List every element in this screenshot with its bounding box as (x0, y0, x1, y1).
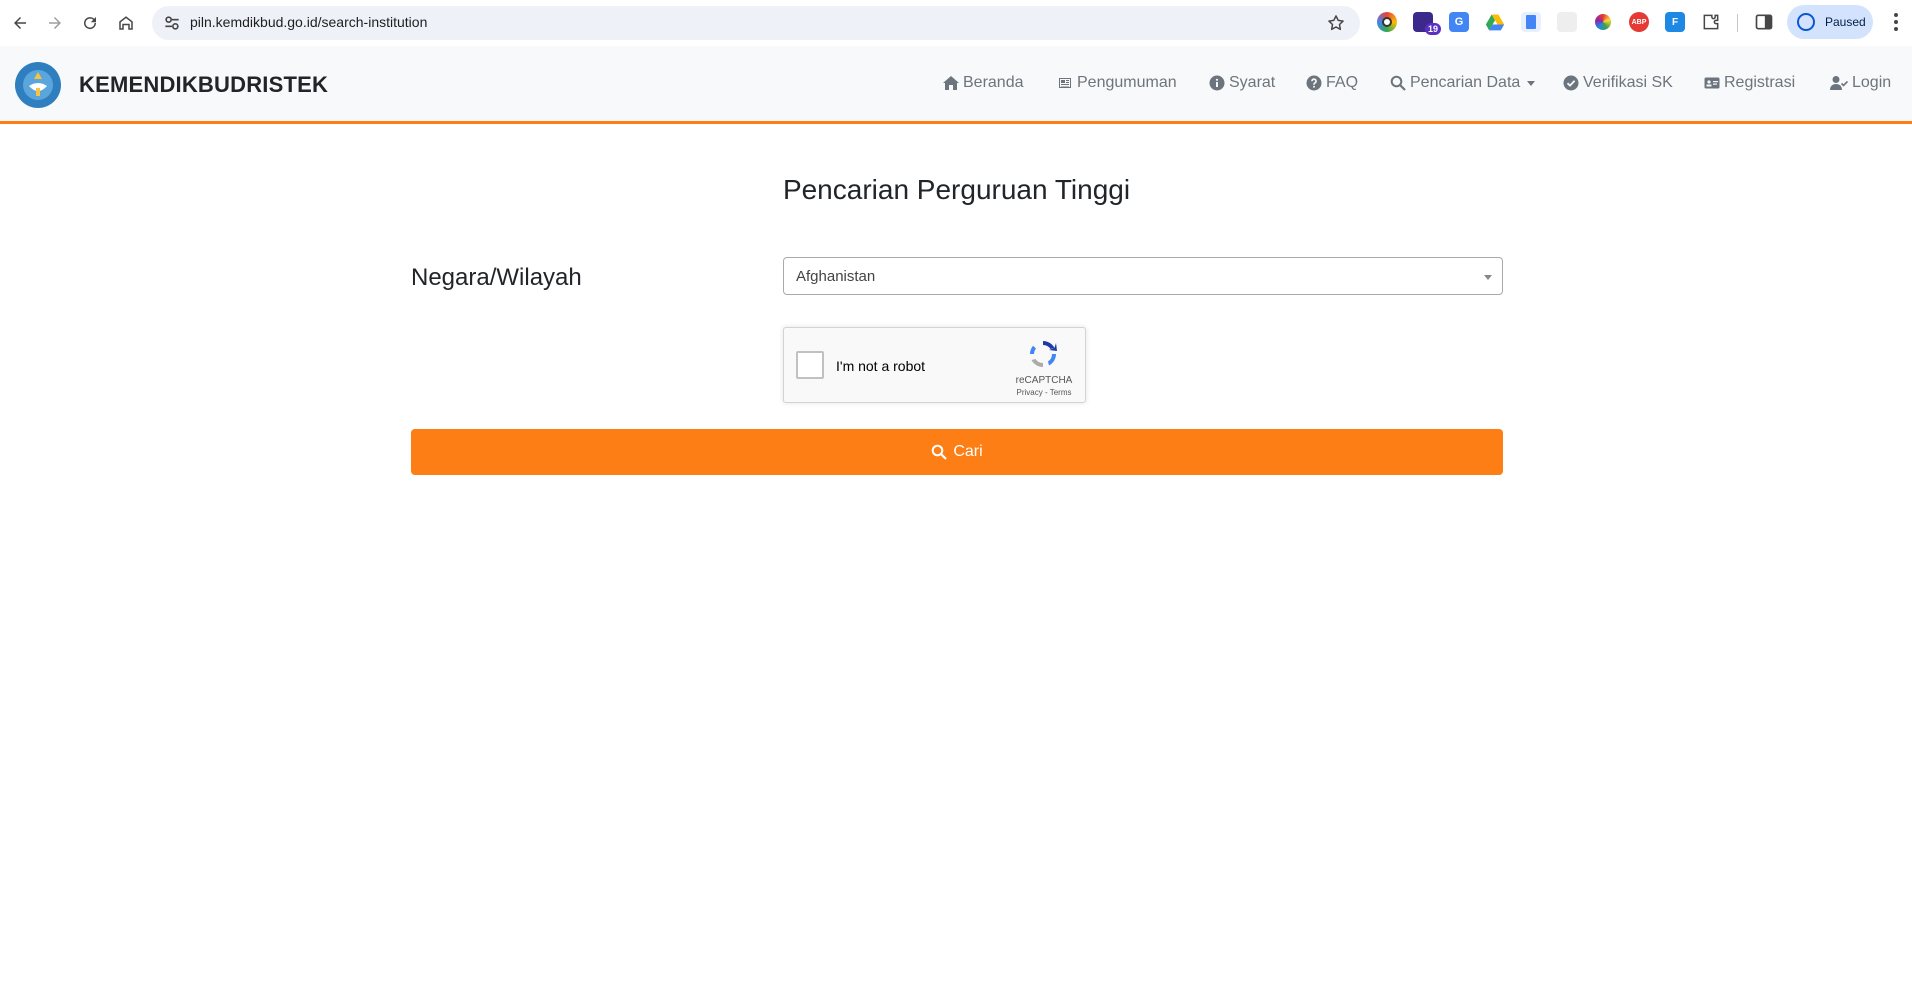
home-icon[interactable] (112, 9, 140, 37)
extension-document-icon[interactable] (1521, 12, 1541, 32)
extension-mortarboard-icon[interactable]: 19 (1413, 12, 1442, 35)
nav-login[interactable]: Login (1830, 74, 1891, 92)
toolbar-divider (1737, 14, 1738, 32)
page-title: Pencarian Perguruan Tinggi (782, 174, 1131, 205)
extension-f-icon[interactable]: F (1665, 12, 1685, 32)
search-icon (1390, 75, 1406, 91)
extension-grid-icon[interactable] (1557, 12, 1577, 32)
profile-avatar-icon (1797, 13, 1815, 31)
recaptcha-privacy-terms[interactable]: Privacy - Terms (1004, 388, 1084, 397)
nav-beranda[interactable]: Beranda (943, 74, 1024, 92)
ministry-logo[interactable] (15, 62, 61, 108)
country-select-value: Afghanistan (796, 268, 876, 285)
browser-toolbar: piln.kemdikbud.go.id/search-institution … (0, 0, 1912, 46)
side-panel-icon[interactable] (1754, 12, 1774, 32)
chevron-down-icon (1527, 80, 1536, 86)
profile-status-label: Paused (1825, 15, 1866, 29)
site-navbar: KEMENDIKBUDRISTEK Beranda Pengumuman Sya… (0, 46, 1912, 124)
question-circle-icon (1306, 75, 1322, 91)
nav-registrasi[interactable]: Registrasi (1704, 74, 1795, 92)
nav-syarat[interactable]: Syarat (1209, 74, 1275, 92)
recaptcha-checkbox[interactable] (796, 351, 824, 379)
extensions-puzzle-icon[interactable] (1701, 12, 1721, 32)
adblock-icon[interactable]: ABP (1629, 12, 1649, 32)
reload-icon[interactable] (76, 9, 104, 37)
newspaper-icon (1059, 78, 1071, 88)
nav-faq[interactable]: FAQ (1306, 74, 1358, 92)
recaptcha-logo-icon (1030, 341, 1057, 367)
user-check-icon (1830, 76, 1848, 90)
recaptcha-label: I'm not a robot (836, 358, 926, 374)
check-circle-icon (1563, 75, 1579, 91)
country-select[interactable]: Afghanistan (783, 257, 1503, 295)
url-text[interactable]: piln.kemdikbud.go.id/search-institution (190, 14, 427, 30)
search-button-label: Cari (953, 443, 983, 460)
nav-pencarian-data[interactable]: Pencarian Data (1390, 74, 1536, 92)
recaptcha-widget: I'm not a robot reCAPTCHA Privacy - Term… (783, 327, 1086, 403)
search-button[interactable]: Cari (411, 429, 1503, 475)
back-icon[interactable] (6, 9, 34, 37)
home-icon (943, 76, 959, 90)
country-label: Negara/Wilayah (411, 264, 582, 291)
chevron-down-icon (1484, 275, 1492, 280)
site-info-icon[interactable] (162, 13, 182, 33)
info-circle-icon (1209, 75, 1225, 91)
address-bar[interactable]: piln.kemdikbud.go.id/search-institution (152, 6, 1360, 40)
profile-button[interactable]: Paused (1787, 5, 1873, 39)
nav-verifikasi-sk[interactable]: Verifikasi SK (1563, 74, 1673, 92)
browser-menu-icon[interactable] (1886, 10, 1906, 34)
forward-icon[interactable] (41, 9, 69, 37)
bookmark-star-icon[interactable] (1326, 13, 1346, 33)
extension-color-icon[interactable] (1377, 12, 1397, 32)
extension-translate-icon[interactable]: G (1449, 12, 1469, 32)
extension-palette-icon[interactable] (1593, 12, 1613, 32)
site-brand[interactable]: KEMENDIKBUDRISTEK (79, 72, 328, 98)
search-icon (932, 444, 948, 460)
id-card-icon (1704, 77, 1720, 89)
extension-drive-icon[interactable] (1485, 12, 1505, 32)
recaptcha-brand: reCAPTCHA (1015, 375, 1073, 386)
nav-pengumuman[interactable]: Pengumuman (1057, 74, 1177, 92)
